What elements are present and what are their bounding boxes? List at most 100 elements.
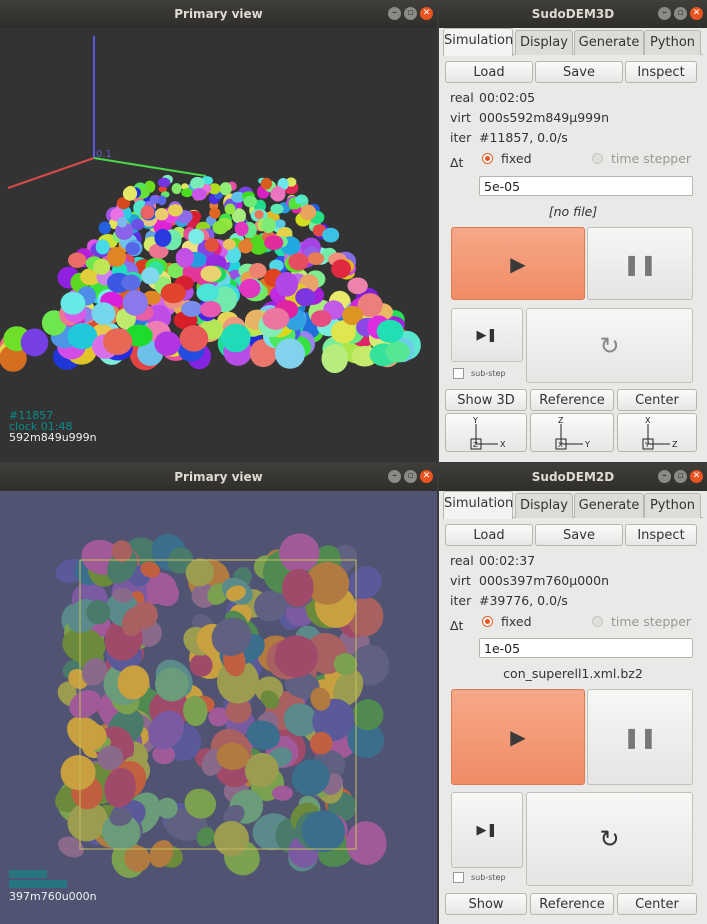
svg-text:Z: Z — [558, 416, 564, 425]
particle — [321, 344, 349, 374]
particle — [331, 259, 351, 279]
particle — [264, 235, 284, 251]
fixed-radio[interactable] — [482, 616, 493, 627]
step-button[interactable]: ▶❚ — [451, 792, 523, 868]
minimize-icon[interactable]: – — [388, 470, 401, 483]
title-bar[interactable]: SudoDEM2D – ▫ ✕ — [439, 463, 707, 491]
reference-button[interactable]: Reference — [530, 389, 614, 411]
tab-python[interactable]: Python — [644, 493, 701, 518]
particle — [125, 242, 140, 256]
view-zy-button[interactable]: Z Y X — [530, 413, 614, 452]
particle — [295, 288, 316, 307]
2d-viewport[interactable]: 397m760u000n — [0, 491, 437, 924]
tab-python[interactable]: Python — [644, 30, 701, 55]
particle — [270, 203, 284, 215]
time-stepper-label: time stepper — [611, 151, 692, 166]
primary-view-3d-window: Primary view – ▫ ✕ 0.1 #11857 clock 01:4… — [0, 0, 437, 462]
center-button[interactable]: Center — [617, 893, 697, 915]
particle — [234, 221, 249, 236]
file-name: [no file] — [548, 204, 598, 219]
close-icon[interactable]: ✕ — [420, 7, 433, 20]
particle — [376, 319, 404, 343]
dt-input[interactable]: 5e-05 — [479, 176, 693, 196]
dt-label: Δt — [450, 155, 464, 170]
window-title: SudoDEM2D — [531, 470, 615, 484]
reload-button[interactable]: ↻ — [526, 308, 693, 383]
dt-label: Δt — [450, 618, 464, 633]
substep-checkbox[interactable] — [453, 368, 464, 379]
particle — [299, 204, 317, 221]
title-bar[interactable]: Primary view – ▫ ✕ — [0, 463, 437, 491]
inspect-button[interactable]: Inspect — [625, 524, 697, 546]
play-button[interactable]: ▶ — [451, 227, 585, 300]
pause-button[interactable]: ❚❚ — [587, 689, 693, 785]
particle — [122, 290, 148, 316]
load-button[interactable]: Load — [445, 61, 533, 83]
particle — [181, 188, 193, 198]
reload-button[interactable]: ↻ — [526, 792, 693, 886]
center-button[interactable]: Center — [617, 389, 697, 411]
dt-input[interactable]: 1e-05 — [479, 638, 693, 658]
primary-view-2d-window: Primary view – ▫ ✕ 397m760u000n — [0, 463, 437, 924]
minimize-icon[interactable]: – — [658, 7, 671, 20]
maximize-icon[interactable]: ▫ — [404, 470, 417, 483]
time-stepper-label: time stepper — [611, 614, 692, 629]
3d-scene: 0.1 — [0, 36, 421, 374]
tab-display[interactable]: Display — [515, 30, 573, 55]
tab-simulation[interactable]: Simulation — [443, 491, 513, 519]
close-icon[interactable]: ✕ — [690, 470, 703, 483]
time-stepper-radio[interactable] — [592, 153, 603, 164]
maximize-icon[interactable]: ▫ — [674, 470, 687, 483]
title-bar[interactable]: SudoDEM3D – ▫ ✕ — [439, 0, 707, 28]
maximize-icon[interactable]: ▫ — [674, 7, 687, 20]
show-3d-button[interactable]: Show 3D — [445, 389, 527, 411]
maximize-icon[interactable]: ▫ — [404, 7, 417, 20]
particle — [95, 239, 110, 255]
load-button[interactable]: Load — [445, 524, 533, 546]
view-xz-button[interactable]: X Z Y — [617, 413, 697, 452]
3d-viewport[interactable]: 0.1 #11857 clock 01:48 592m849u999n — [0, 28, 437, 462]
substep-checkbox[interactable] — [453, 872, 464, 883]
close-icon[interactable]: ✕ — [690, 7, 703, 20]
step-button[interactable]: ▶❚ — [451, 308, 523, 362]
particle — [175, 248, 194, 268]
title-bar[interactable]: Primary view – ▫ ✕ — [0, 0, 437, 28]
particle — [121, 274, 141, 291]
svg-text:Y: Y — [584, 440, 590, 449]
fixed-radio[interactable] — [482, 153, 493, 164]
substep-label: sub-step — [471, 873, 506, 882]
sudodem3d-controller-window: SudoDEM3D – ▫ ✕ Simulation Display Gener… — [439, 0, 707, 462]
reference-button[interactable]: Reference — [530, 893, 614, 915]
view-xy-button[interactable]: Y X Z — [445, 413, 527, 452]
time-stepper-radio[interactable] — [592, 616, 603, 627]
show-button[interactable]: Show — [445, 893, 527, 915]
particle — [167, 204, 183, 217]
particle — [68, 252, 87, 268]
particle — [154, 208, 169, 221]
tab-simulation[interactable]: Simulation — [443, 28, 513, 56]
fixed-label: fixed — [501, 614, 532, 629]
iter-label: iter — [450, 130, 472, 145]
hud-virtual-time: 397m760u000n — [9, 890, 97, 903]
particle — [131, 218, 145, 231]
tab-generate[interactable]: Generate — [574, 30, 644, 55]
particle — [160, 283, 186, 304]
inspect-button[interactable]: Inspect — [625, 61, 697, 83]
particle — [219, 182, 232, 196]
minimize-icon[interactable]: – — [388, 7, 401, 20]
particle — [224, 203, 236, 215]
particle — [122, 186, 138, 201]
particle — [238, 239, 253, 254]
svg-text:X: X — [500, 440, 506, 449]
close-icon[interactable]: ✕ — [420, 470, 433, 483]
save-button[interactable]: Save — [535, 61, 623, 83]
tab-display[interactable]: Display — [515, 493, 573, 518]
play-button[interactable]: ▶ — [451, 689, 585, 785]
particle — [60, 291, 86, 315]
minimize-icon[interactable]: – — [658, 470, 671, 483]
save-button[interactable]: Save — [535, 524, 623, 546]
particle — [222, 238, 236, 250]
tab-bar: Simulation Display Generate Python — [443, 491, 703, 519]
pause-button[interactable]: ❚❚ — [587, 227, 693, 300]
tab-generate[interactable]: Generate — [574, 493, 644, 518]
